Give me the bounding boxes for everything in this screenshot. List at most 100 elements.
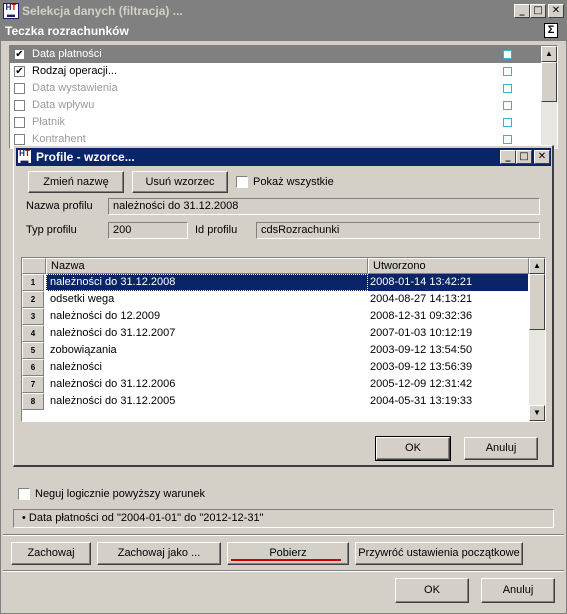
- row-number: 6: [22, 359, 44, 376]
- section-header: Teczka rozrachunków Σ: [1, 21, 567, 41]
- window-titlebar[interactable]: HT ▬ Selekcja danych (filtracja) ... _ □ …: [1, 1, 567, 21]
- checkbox-unchecked-icon[interactable]: [14, 100, 25, 111]
- dialog-minimize-button[interactable]: _: [500, 150, 516, 164]
- row-name[interactable]: należności do 31.12.2005: [46, 393, 368, 410]
- section-title: Teczka rozrachunków: [5, 24, 129, 38]
- field-marker-icon[interactable]: [503, 101, 512, 110]
- scroll-up-icon[interactable]: ▲: [529, 258, 545, 274]
- negate-label: Neguj logicznie powyższy warunek: [35, 488, 205, 500]
- row-number: 8: [22, 393, 44, 410]
- list-item[interactable]: Płatnik: [10, 114, 541, 131]
- row-created[interactable]: 2004-08-27 14:13:21: [368, 291, 528, 308]
- row-created[interactable]: 2008-12-31 09:32:36: [368, 308, 528, 325]
- profile-id-label: Id profilu: [195, 224, 238, 236]
- divider: [3, 534, 564, 536]
- row-name[interactable]: należności do 31.12.2006: [46, 376, 368, 393]
- sigma-button[interactable]: Σ: [544, 23, 558, 38]
- row-created[interactable]: 2008-01-14 13:42:21: [368, 274, 528, 291]
- row-number: 1: [22, 274, 44, 291]
- row-created[interactable]: 2007-01-03 10:12:19: [368, 325, 528, 342]
- negate-checkbox[interactable]: [18, 488, 30, 500]
- column-header-created[interactable]: Utworzono: [368, 258, 529, 274]
- field-marker-icon[interactable]: [503, 118, 512, 127]
- table-row[interactable]: 1 należności do 31.12.2008 2008-01-14 13…: [22, 274, 529, 291]
- profile-type-field: 200: [108, 222, 188, 239]
- row-created[interactable]: 2003-09-12 13:56:39: [368, 359, 528, 376]
- main-window: HT ▬ Selekcja danych (filtracja) ... _ □ …: [0, 0, 567, 614]
- save-as-button[interactable]: Zachowaj jako ...: [97, 542, 221, 565]
- condition-text: Data płatności od "2004-01-01" do "2012-…: [28, 512, 264, 524]
- checkbox-unchecked-icon[interactable]: [14, 83, 25, 94]
- field-list-scrollbar[interactable]: ▲: [541, 46, 557, 148]
- checkbox-unchecked-icon[interactable]: [14, 117, 25, 128]
- table-row[interactable]: 3 należności do 12.2009 2008-12-31 09:32…: [22, 308, 529, 325]
- show-all-checkbox[interactable]: [236, 176, 248, 188]
- field-label: Data wpływu: [32, 99, 95, 111]
- row-name[interactable]: zobowiązania: [46, 342, 368, 359]
- row-name[interactable]: należności do 31.12.2008: [46, 274, 368, 291]
- rename-button[interactable]: Zmień nazwę: [28, 171, 124, 193]
- close-button[interactable]: ✕: [548, 4, 564, 18]
- table-row[interactable]: 8 należności do 31.12.2005 2004-05-31 13…: [22, 393, 529, 410]
- dialog-titlebar[interactable]: HT ▬ Profile - wzorce... _ □ ✕: [16, 148, 551, 166]
- minimize-button[interactable]: _: [514, 4, 530, 18]
- field-label: Data płatności: [32, 48, 102, 60]
- show-all-label: Pokaż wszystkie: [253, 176, 334, 188]
- window-title: Selekcja danych (filtracja) ...: [22, 4, 183, 18]
- column-header-name[interactable]: Nazwa: [46, 258, 368, 274]
- field-marker-icon[interactable]: [503, 135, 512, 144]
- row-number: 3: [22, 308, 44, 325]
- row-number: 4: [22, 325, 44, 342]
- cancel-button[interactable]: Anuluj: [481, 578, 555, 603]
- row-name[interactable]: należności do 12.2009: [46, 308, 368, 325]
- table-row[interactable]: 5 zobowiązania 2003-09-12 13:54:50: [22, 342, 529, 359]
- load-button-underline: [231, 559, 341, 561]
- row-name[interactable]: należności: [46, 359, 368, 376]
- dialog-title: Profile - wzorce...: [36, 150, 135, 164]
- dialog-close-button[interactable]: ✕: [534, 150, 550, 164]
- table-row[interactable]: 6 należności 2003-09-12 13:56:39: [22, 359, 529, 376]
- row-number: 7: [22, 376, 44, 393]
- list-item[interactable]: Data wystawienia: [10, 80, 541, 97]
- scroll-up-icon[interactable]: ▲: [541, 46, 557, 62]
- row-created[interactable]: 2005-12-09 12:31:42: [368, 376, 528, 393]
- profile-table: Nazwa Utworzono 1 należności do 31.12.20…: [21, 257, 546, 422]
- dialog-ok-button[interactable]: OK: [375, 436, 451, 461]
- table-row[interactable]: 2 odsetki wega 2004-08-27 14:13:21: [22, 291, 529, 308]
- save-button[interactable]: Zachowaj: [11, 542, 91, 565]
- table-scrollbar[interactable]: ▲ ▼: [529, 258, 545, 421]
- list-item[interactable]: ✔ Rodzaj operacji...: [10, 63, 541, 80]
- row-name[interactable]: odsetki wega: [46, 291, 368, 308]
- list-item[interactable]: ✔ Data płatności: [10, 46, 541, 63]
- list-item[interactable]: Data wpływu: [10, 97, 541, 114]
- row-number: 5: [22, 342, 44, 359]
- row-number-header: [22, 258, 46, 274]
- restore-defaults-button[interactable]: Przywróć ustawienia początkowe: [355, 542, 523, 565]
- field-marker-icon[interactable]: [503, 84, 512, 93]
- row-name[interactable]: należności do 31.12.2007: [46, 325, 368, 342]
- checkbox-checked-icon[interactable]: ✔: [14, 49, 25, 60]
- profile-name-label: Nazwa profilu: [26, 200, 93, 212]
- scroll-thumb[interactable]: [529, 274, 545, 330]
- dialog-cancel-button[interactable]: Anuluj: [464, 437, 538, 460]
- field-marker-icon[interactable]: [503, 67, 512, 76]
- checkbox-checked-icon[interactable]: ✔: [14, 66, 25, 77]
- field-label: Płatnik: [32, 116, 66, 128]
- delete-template-button[interactable]: Usuń wzorzec: [132, 171, 228, 193]
- table-row[interactable]: 4 należności do 31.12.2007 2007-01-03 10…: [22, 325, 529, 342]
- ok-button[interactable]: OK: [395, 578, 469, 603]
- table-row[interactable]: 7 należności do 31.12.2006 2005-12-09 12…: [22, 376, 529, 393]
- dialog-maximize-button[interactable]: □: [516, 150, 532, 164]
- maximize-button[interactable]: □: [530, 4, 546, 18]
- scroll-down-icon[interactable]: ▼: [529, 405, 545, 421]
- bullet-icon: •: [22, 512, 26, 524]
- field-marker-icon[interactable]: [503, 50, 512, 59]
- load-button[interactable]: Pobierz: [227, 542, 349, 565]
- row-created[interactable]: 2004-05-31 13:19:33: [368, 393, 528, 410]
- scroll-thumb[interactable]: [541, 62, 557, 102]
- checkbox-unchecked-icon[interactable]: [14, 134, 25, 145]
- app-logo-icon: HT ▬: [3, 3, 19, 19]
- field-label: Data wystawienia: [32, 82, 118, 94]
- field-label: Kontrahent: [32, 133, 86, 145]
- row-created[interactable]: 2003-09-12 13:54:50: [368, 342, 528, 359]
